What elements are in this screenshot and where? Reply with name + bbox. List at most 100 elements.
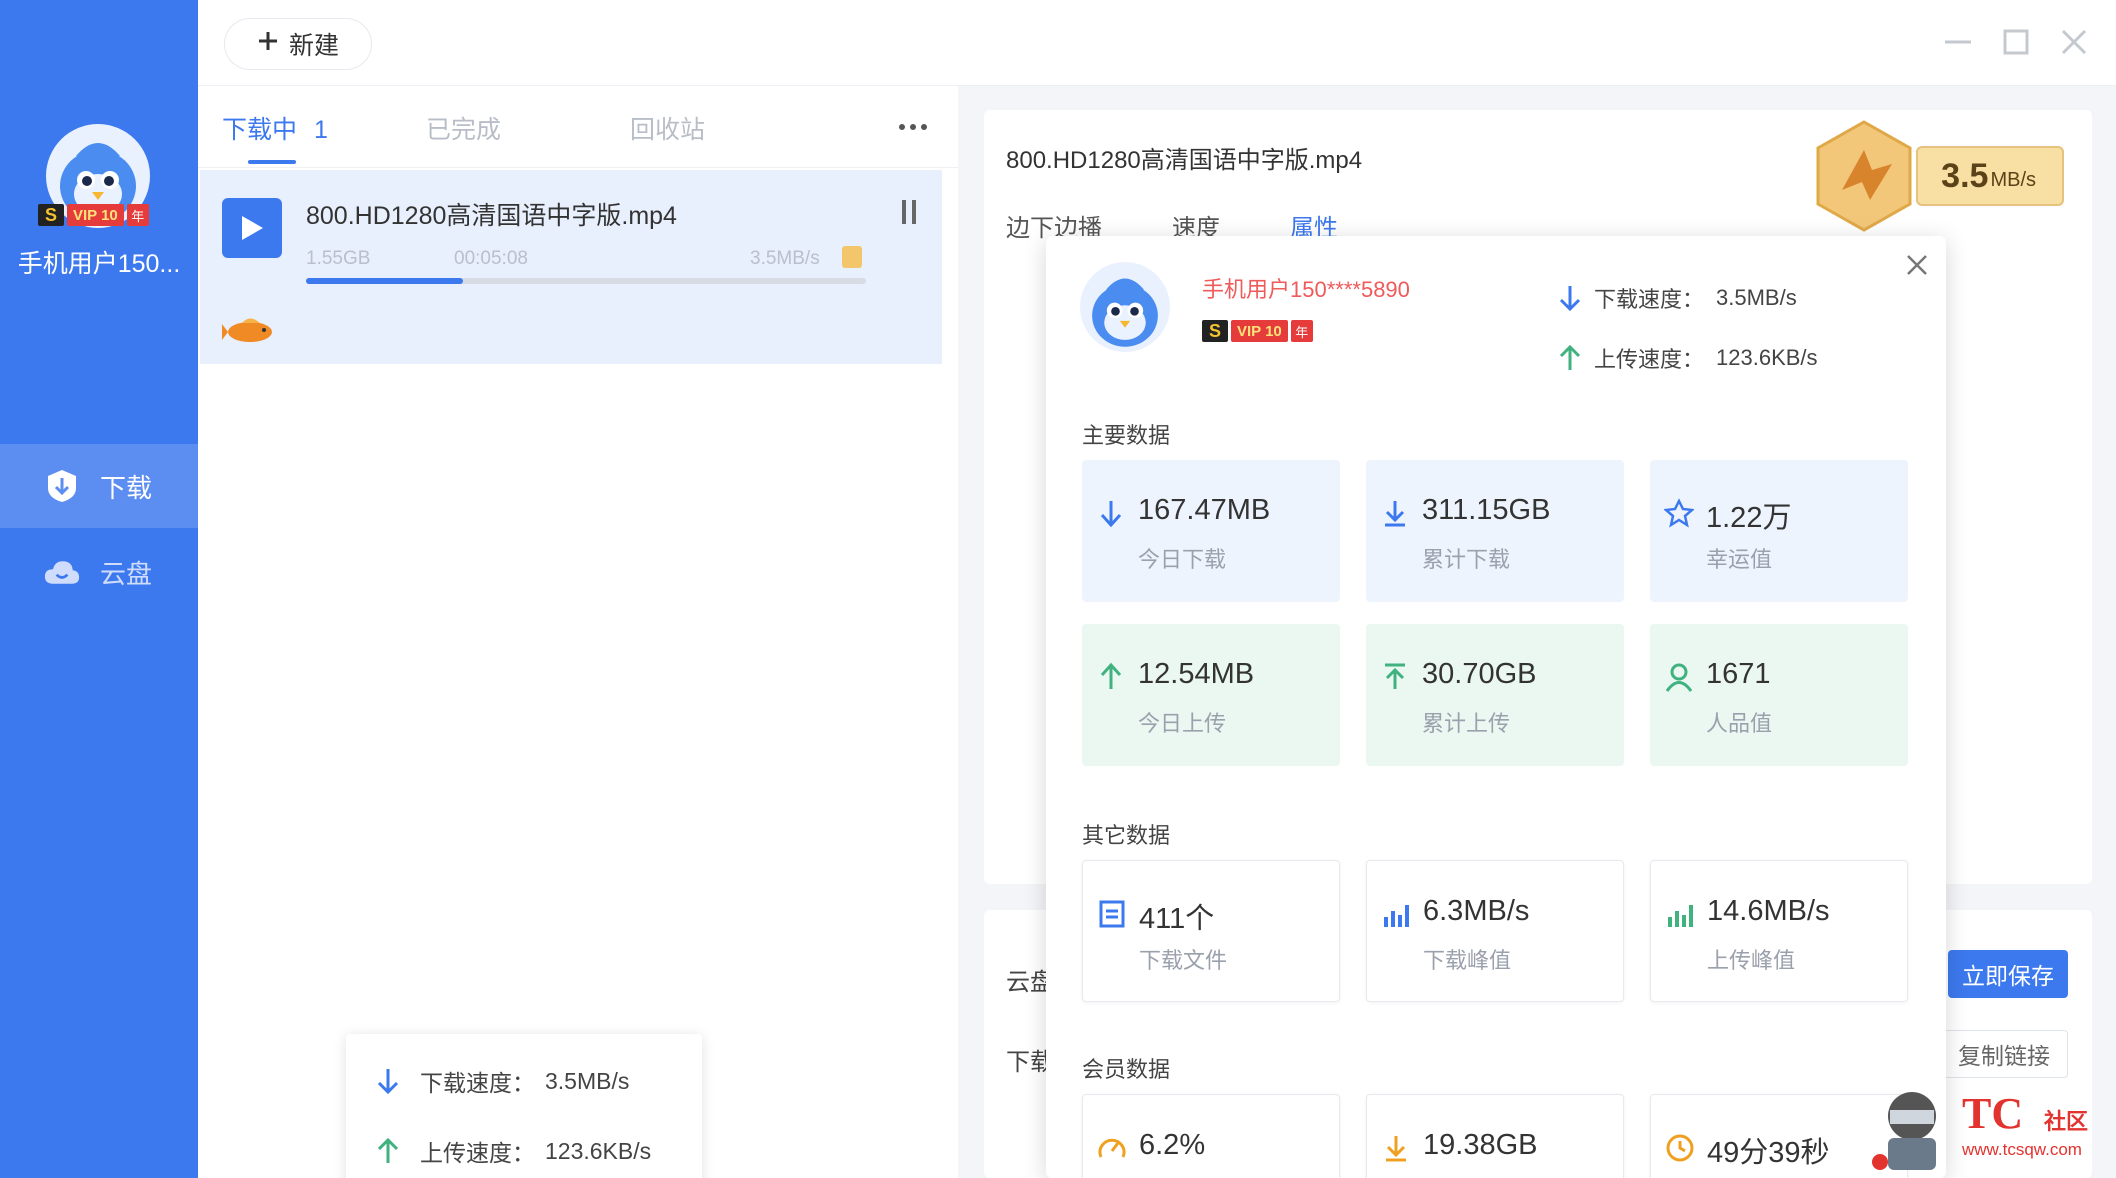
new-task-button[interactable]: 新建	[224, 18, 372, 70]
stat-label: 累计下载	[1422, 547, 1511, 572]
s-badge: S	[1202, 320, 1228, 342]
speed-badge: 3.5 MB/s	[1916, 146, 2064, 206]
minimize-button[interactable]	[1940, 24, 1976, 60]
label: 上传速度：	[420, 1140, 535, 1166]
file-size: 1.55GB	[306, 248, 371, 269]
more-icon	[899, 124, 927, 130]
stat-label: 下载峰值	[1423, 948, 1512, 973]
progress-fill	[306, 278, 463, 284]
tab-recycle-bin[interactable]: 回收站	[630, 110, 705, 146]
value: 3.5MB/s	[1716, 285, 1797, 310]
sidebar-item-label: 云盘	[100, 558, 153, 589]
bar-chart-icon	[1665, 899, 1695, 929]
stat-download-files: 411个 下载文件	[1082, 860, 1340, 1002]
s-badge: S	[38, 204, 64, 226]
speed-badge-unit: MB/s	[1990, 168, 2036, 191]
stat-value: 19.38GB	[1423, 1129, 1538, 1161]
stat-total-upload: 30.70GB 累计上传	[1366, 624, 1624, 766]
stat-label: 下载文件	[1139, 948, 1228, 973]
speed-tooltip: 下载速度： 3.5MB/s 上传速度： 123.6KB/s	[346, 1034, 702, 1178]
play-icon[interactable]	[222, 198, 282, 258]
popup-download-speed: 下载速度： 3.5MB/s	[1558, 282, 1797, 314]
stat-value: 6.2%	[1139, 1129, 1206, 1161]
watermark-brand: TC	[1962, 1089, 2024, 1138]
stat-today-download: 167.47MB 今日下载	[1082, 460, 1340, 602]
close-button[interactable]	[2056, 24, 2092, 60]
stat-value: 49分39秒	[1707, 1137, 1830, 1169]
stat-label: 今日上传	[1138, 711, 1227, 736]
download-list-item[interactable]: 800.HD1280高清国语中字版.mp4 1.55GB 00:05:08 3.…	[200, 170, 942, 364]
tab-label: 下载中	[222, 116, 298, 144]
avatar	[1080, 262, 1170, 352]
tooltip-upload-speed: 上传速度： 123.6KB/s	[376, 1134, 651, 1168]
label: 上传速度：	[1594, 347, 1705, 372]
stat-value: 311.15GB	[1422, 494, 1551, 526]
accelerate-icon[interactable]	[842, 246, 862, 268]
stat-value: 1.22万	[1706, 502, 1792, 534]
popup-upload-speed: 上传速度： 123.6KB/s	[1558, 342, 1818, 374]
plus-icon	[257, 30, 279, 59]
detail-file-title: 800.HD1280高清国语中字版.mp4	[1006, 147, 1363, 174]
stat-value: 12.54MB	[1138, 658, 1255, 690]
user-stats-popup: 手机用户150****5890 S VIP 10 年 下载速度： 3.5MB/s…	[1046, 236, 1946, 1178]
popup-close-button[interactable]	[1900, 248, 1934, 282]
watermark-suffix: 社区	[2044, 1109, 2089, 1134]
maximize-icon	[2003, 29, 2029, 55]
download-tabs: 下载中 1 已完成 回收站	[198, 86, 958, 168]
stat-today-upload: 12.54MB 今日上传	[1082, 624, 1340, 766]
fish-icon	[222, 310, 278, 350]
stat-member-accel: 6.2%	[1082, 1094, 1340, 1178]
more-button[interactable]	[898, 106, 928, 140]
other-data-title: 其它数据	[1082, 823, 1171, 848]
stat-value: 6.3MB/s	[1423, 895, 1530, 927]
member-data-title: 会员数据	[1082, 1057, 1171, 1082]
sidebar-item-label: 下载	[100, 472, 153, 503]
stat-label: 幸运值	[1706, 547, 1773, 572]
value: 123.6KB/s	[545, 1137, 652, 1164]
year-badge: 年	[126, 204, 149, 226]
stat-value: 30.70GB	[1422, 658, 1537, 690]
stat-upload-peak: 14.6MB/s 上传峰值	[1650, 860, 1908, 1002]
value: 123.6KB/s	[1716, 345, 1818, 370]
sidebar-item-cloud[interactable]: 云盘	[0, 530, 198, 614]
top-bar: 新建	[198, 0, 2116, 86]
save-now-button[interactable]: 立即保存	[1948, 950, 2068, 998]
arrow-up-icon	[1096, 662, 1126, 692]
stat-total-download: 311.15GB 累计下载	[1366, 460, 1624, 602]
download-icon	[1381, 1133, 1411, 1163]
pause-button[interactable]	[902, 200, 924, 228]
popup-username: 手机用户150****5890	[1202, 277, 1410, 302]
copy-link-button[interactable]: 复制链接	[1940, 1030, 2068, 1078]
tab-downloading[interactable]: 下载中 1	[222, 110, 328, 146]
arrow-up-icon	[377, 1137, 399, 1163]
star-icon	[1664, 498, 1694, 528]
minimize-icon	[1945, 40, 1971, 44]
stat-label: 累计上传	[1422, 711, 1511, 736]
tab-completed[interactable]: 已完成	[426, 110, 501, 146]
close-icon	[2061, 29, 2087, 55]
stat-value: 1671	[1706, 658, 1771, 690]
sidebar-username[interactable]: 手机用户150...	[0, 244, 198, 280]
gauge-icon	[1097, 1133, 1127, 1163]
tooltip-download-speed: 下载速度： 3.5MB/s	[376, 1064, 629, 1098]
file-name: 800.HD1280高清国语中字版.mp4	[306, 202, 677, 230]
arrow-down-icon	[1559, 286, 1581, 312]
close-icon	[1907, 255, 1927, 275]
stat-value: 167.47MB	[1138, 494, 1271, 526]
stat-label: 今日下载	[1138, 547, 1227, 572]
download-shield-icon	[44, 468, 80, 504]
watermark-url: www.tcsqw.com	[1962, 1140, 2082, 1159]
tab-underline	[248, 160, 296, 164]
label: 下载速度：	[1594, 287, 1705, 312]
main-data-title: 主要数据	[1082, 423, 1171, 448]
arrow-down-icon	[1096, 498, 1126, 528]
maximize-button[interactable]	[1998, 24, 2034, 60]
stat-label: 人品值	[1706, 711, 1773, 736]
arrow-down-icon	[377, 1069, 399, 1095]
stat-value: 411个	[1139, 903, 1215, 935]
sidebar-item-download[interactable]: 下载	[0, 444, 198, 528]
cloud-icon	[44, 554, 80, 590]
stat-character: 1671 人品值	[1650, 624, 1908, 766]
tab-count: 1	[313, 116, 328, 144]
accelerate-hexagon-icon[interactable]	[1812, 120, 1916, 232]
